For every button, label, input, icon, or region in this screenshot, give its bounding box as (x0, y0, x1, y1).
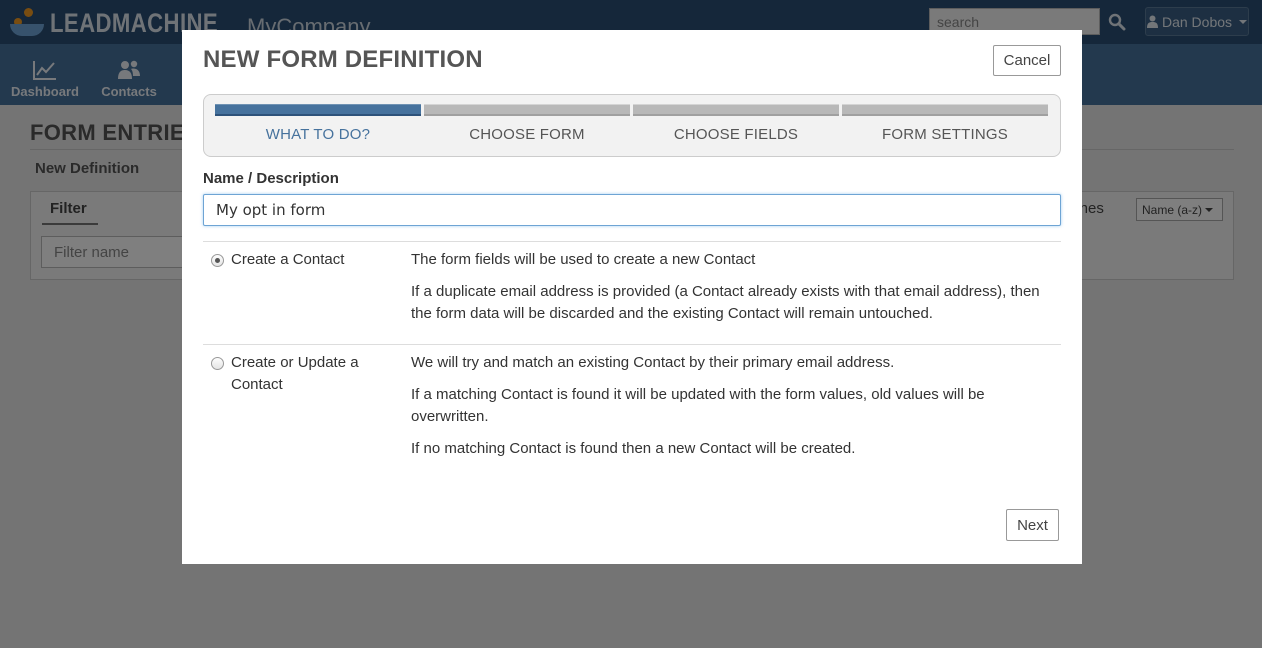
wizard-steps: WHAT TO DO? CHOOSE FORM CHOOSE FIELDS FO… (203, 94, 1061, 157)
name-description-input[interactable] (203, 194, 1061, 226)
cancel-button[interactable]: Cancel (993, 45, 1061, 76)
step-form-settings[interactable]: FORM SETTINGS (842, 104, 1048, 149)
step-label: CHOOSE FORM (469, 126, 585, 143)
create-or-update-match-note: If a matching Contact is found it will b… (411, 386, 985, 425)
step-progress-bar (215, 104, 421, 116)
create-contact-radio[interactable] (211, 254, 224, 267)
create-or-update-contact-radio[interactable] (211, 357, 224, 370)
create-contact-label[interactable]: Create a Contact (231, 249, 381, 271)
step-label: FORM SETTINGS (882, 126, 1008, 143)
dialog-title: NEW FORM DEFINITION (203, 46, 483, 73)
create-contact-description: The form fields will be used to create a… (411, 251, 756, 268)
step-choose-form[interactable]: CHOOSE FORM (424, 104, 630, 149)
step-label: WHAT TO DO? (265, 126, 371, 143)
new-form-definition-dialog: NEW FORM DEFINITION Cancel WHAT TO DO? C… (182, 30, 1082, 564)
step-progress-bar (842, 104, 1048, 116)
step-choose-fields[interactable]: CHOOSE FIELDS (633, 104, 839, 149)
create-or-update-new-note: If no matching Contact is found then a n… (411, 440, 856, 457)
step-progress-bar (424, 104, 630, 116)
create-contact-duplicate-note: If a duplicate email address is provided… (411, 283, 1040, 322)
divider (203, 344, 1061, 345)
create-or-update-contact-label[interactable]: Create or Update a Contact (231, 352, 376, 396)
next-button[interactable]: Next (1006, 509, 1059, 541)
create-or-update-description: We will try and match an existing Contac… (411, 354, 895, 371)
step-label: CHOOSE FIELDS (673, 126, 799, 143)
step-what-to-do[interactable]: WHAT TO DO? (215, 104, 421, 149)
divider (203, 241, 1061, 242)
name-description-label: Name / Description (203, 170, 339, 187)
step-progress-bar (633, 104, 839, 116)
